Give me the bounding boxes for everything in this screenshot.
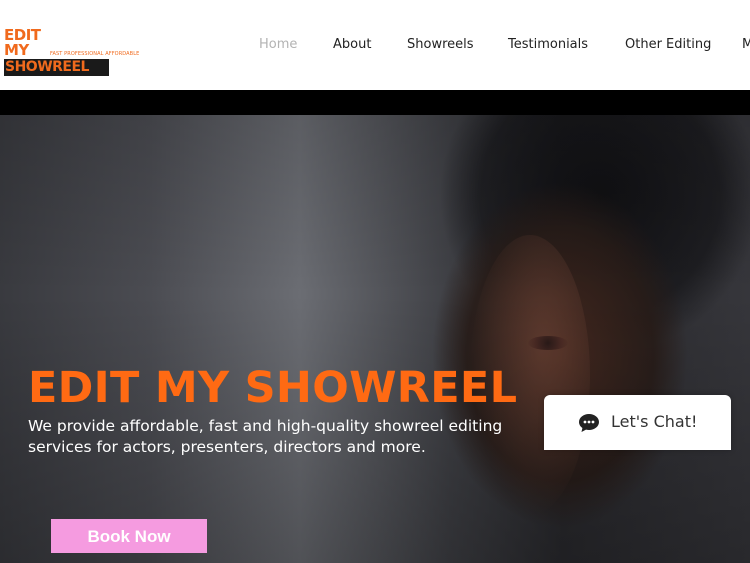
- book-now-button[interactable]: Book Now: [51, 519, 207, 553]
- header-divider-strip: [0, 90, 750, 115]
- hero-section: EDIT MY SHOWREEL We provide affordable, …: [0, 115, 750, 563]
- chat-label: Let's Chat!: [611, 412, 698, 431]
- nav-item-home[interactable]: Home: [259, 34, 297, 56]
- logo-line-showreel: SHOWREEL: [4, 59, 109, 76]
- logo-line-my: MY: [4, 41, 29, 59]
- site-logo[interactable]: EDIT MY FAST PROFESSIONAL AFFORDABLE SHO…: [4, 28, 139, 78]
- nav-item-showreels[interactable]: Showreels: [407, 34, 474, 56]
- nav-item-testimonials[interactable]: Testimonials: [508, 34, 588, 56]
- nav-item-more[interactable]: M: [742, 34, 750, 56]
- chat-widget[interactable]: Let's Chat!: [544, 395, 731, 450]
- logo-tagline: FAST PROFESSIONAL AFFORDABLE: [50, 51, 140, 57]
- site-header: EDIT MY FAST PROFESSIONAL AFFORDABLE SHO…: [0, 0, 750, 90]
- hero-title: EDIT MY SHOWREEL: [28, 363, 518, 413]
- chat-bubble-icon: [578, 413, 600, 432]
- nav-item-about[interactable]: About: [333, 34, 371, 56]
- hero-overlay: [0, 115, 750, 563]
- hero-subtitle: We provide affordable, fast and high-qua…: [28, 417, 503, 456]
- nav-item-other-editing[interactable]: Other Editing: [625, 34, 711, 56]
